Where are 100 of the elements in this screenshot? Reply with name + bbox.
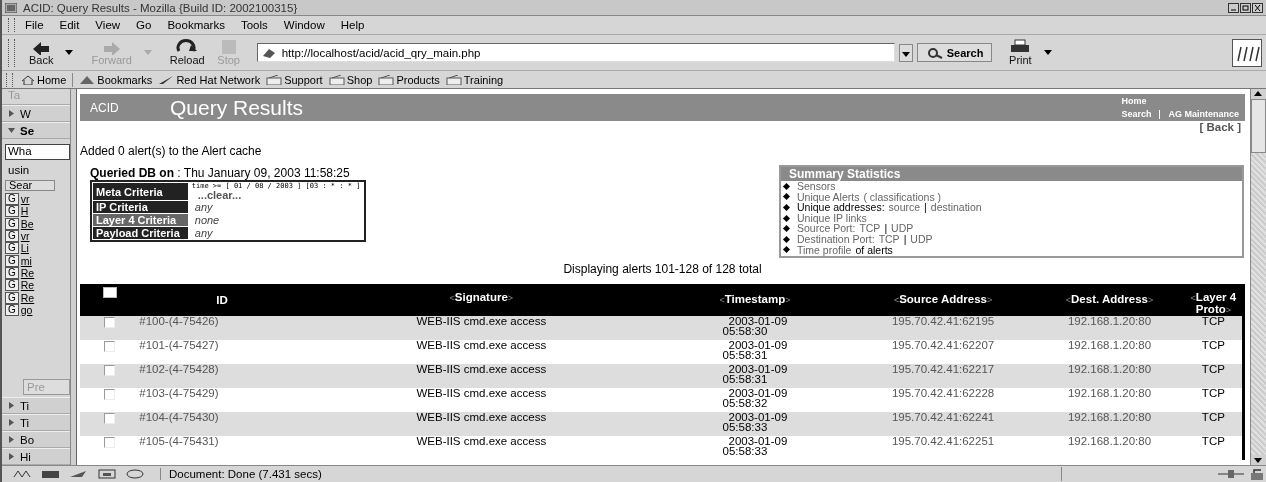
dest-address-link[interactable]: 192.168.1.20:80 [1034,436,1185,460]
stats-link[interactable]: Destination Port: [797,233,875,245]
sidebar-search-button[interactable]: Sear [5,180,55,191]
source-address-link[interactable]: 195.70.42.41:62207 [851,340,1035,364]
sidebar-panel-header[interactable]: W [2,105,70,122]
stats-link[interactable]: Time profile [797,244,852,256]
alert-id-link[interactable]: #103-(4-75429) [139,388,305,412]
column-header[interactable]: <Signature> [304,284,659,316]
row-checkbox[interactable] [104,317,116,328]
menu-item[interactable]: Go [136,19,162,31]
vertical-scrollbar[interactable] [1250,89,1266,465]
alert-id-link[interactable]: #104-(4-75430) [139,412,305,436]
stats-link[interactable]: UDP [910,233,933,245]
window-menu-icon[interactable] [5,2,17,13]
sidebar-panel-header[interactable]: Ti [2,397,70,414]
source-address-link[interactable]: 195.70.42.41:62195 [851,316,1035,340]
scroll-thumb[interactable] [1251,99,1266,153]
stats-link[interactable]: TCP [859,223,881,234]
close-icon[interactable] [1252,2,1263,13]
search-result-link[interactable]: Re [20,266,35,279]
bookmark-link[interactable]: Home [21,73,67,86]
sidebar-panel-header[interactable]: Hi [2,448,70,465]
search-result-link[interactable]: H [20,205,29,218]
search-result-link[interactable]: vr [20,230,30,243]
source-address-link[interactable]: 195.70.42.41:62241 [851,412,1035,436]
bookmark-link[interactable]: Products [378,73,440,86]
search-result-link[interactable]: vr [20,193,30,206]
search-result-link[interactable]: Li [20,242,29,255]
search-result-link[interactable]: go [20,303,33,316]
search-field[interactable]: Wha [5,144,70,160]
dest-address-link[interactable]: 192.168.1.20:80 [1034,316,1185,340]
alert-id-link[interactable]: #105-(4-75431) [139,436,305,460]
alert-id-link[interactable]: #102-(4-75428) [139,364,305,388]
dest-address-link[interactable]: 192.168.1.20:80 [1034,340,1185,364]
row-checkbox[interactable] [104,437,116,448]
row-checkbox[interactable] [104,365,116,376]
menu-item[interactable]: Help [340,19,375,31]
stats-link[interactable]: UDP [891,223,914,234]
stats-link[interactable]: TCP [878,233,900,245]
back-link[interactable]: [ Back ] [1199,121,1241,134]
minimize-icon[interactable] [1228,2,1239,13]
url-field[interactable]: http://localhost/acid/acid_qry_main.php [256,43,895,62]
dropdown-icon[interactable] [1044,50,1053,55]
row-checkbox[interactable] [104,413,116,424]
menu-item[interactable]: File [25,19,54,31]
column-header[interactable]: <Source Address> [851,284,1035,316]
clear-link[interactable]: ...clear... [191,190,361,200]
home-icon [21,74,35,85]
menu-item[interactable]: Edit [59,19,90,31]
table-cell: TCP [1184,316,1244,340]
dropdown-icon[interactable] [65,50,74,55]
bookmark-link[interactable]: Red Hat Network [158,73,261,86]
search-button[interactable]: Search [916,43,993,62]
maximize-icon[interactable] [1240,2,1251,13]
sidebar-panel-header[interactable]: Bo [2,431,70,448]
source-address-link[interactable]: 195.70.42.41:62251 [851,436,1035,460]
menu-item[interactable]: Tools [240,19,278,31]
nav-button[interactable]: Reload [165,39,209,66]
dest-address-link[interactable]: 192.168.1.20:80 [1034,364,1185,388]
source-address-link[interactable]: 195.70.42.41:62228 [851,388,1035,412]
criteria-label: Meta Criteria [93,183,188,200]
dropdown-icon[interactable] [898,43,913,62]
stats-link[interactable]: Unique IP links [797,212,867,224]
stats-link[interactable]: Source Port: [797,223,856,234]
search-result-link[interactable]: mi [20,254,32,267]
stats-link[interactable]: Unique Alerts [797,191,860,203]
alert-id-link[interactable]: #100-(4-75426) [139,316,305,340]
bookmark-link[interactable]: Support [266,73,323,86]
search-result-link[interactable]: Re [20,279,35,292]
dest-address-link[interactable]: 192.168.1.20:80 [1034,388,1185,412]
column-header[interactable]: ID [139,284,305,316]
toolbar-grip[interactable] [8,38,15,67]
alert-id-link[interactable]: #101-(4-75427) [139,340,305,364]
logo-icon[interactable] [1232,38,1262,67]
stats-link[interactable]: destination [930,202,982,213]
column-header[interactable]: <Dest. Address> [1034,284,1185,316]
toolbar-grip[interactable] [6,72,13,87]
search-result-link[interactable]: Re [20,291,35,304]
stats-link[interactable]: source [888,202,921,213]
nav-button[interactable]: Back [25,39,58,66]
row-checkbox[interactable] [104,389,116,400]
bookmark-link[interactable]: Shop [328,73,373,86]
column-header[interactable]: <Layer 4 Proto> [1184,284,1244,316]
row-checkbox[interactable] [104,341,116,352]
select-all-checkbox[interactable] [102,287,117,298]
dest-address-link[interactable]: 192.168.1.20:80 [1034,412,1185,436]
source-address-link[interactable]: 195.70.42.41:62217 [851,364,1035,388]
sidebar-panel-header[interactable]: Se [2,122,70,139]
menu-item[interactable]: View [95,19,131,31]
bookmark-link[interactable]: Bookmarks [79,73,153,86]
menu-item[interactable]: Bookmarks [167,19,235,31]
stats-link[interactable]: Sensors [797,181,836,192]
bookmark-link[interactable]: Training [445,73,504,86]
menu-item[interactable]: Window [283,19,335,31]
print-button[interactable]: Print [1004,39,1037,66]
sidebar-panel-header[interactable]: Ti [2,414,70,431]
column-header[interactable]: <Timestamp> [658,284,852,316]
search-result-link[interactable]: Be [20,217,34,230]
stats-link[interactable]: ( classifications ) [863,191,942,203]
toolbar-grip[interactable] [8,18,15,32]
